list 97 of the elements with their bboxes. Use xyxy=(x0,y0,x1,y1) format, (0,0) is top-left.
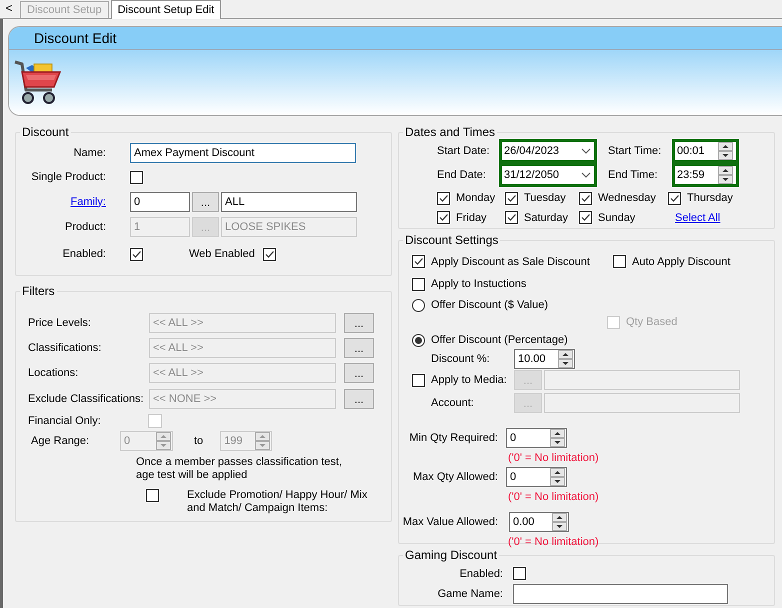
field-label: Sunday xyxy=(598,212,636,224)
field-label: End Date: xyxy=(437,169,487,181)
browse-button[interactable]: ... xyxy=(192,192,219,212)
up-down-arrows-icon[interactable] xyxy=(550,429,565,447)
time-field[interactable]: 23:59 xyxy=(672,163,739,187)
checkbox-label: Exclude Promotion/ Happy Hour/ Mix and Match/ Campaign Items: xyxy=(187,489,368,516)
field-label: Web Enabled xyxy=(189,248,255,260)
field-label: Discount %: xyxy=(431,353,491,365)
checkbox[interactable] xyxy=(146,489,159,502)
radio-button[interactable] xyxy=(412,334,425,346)
browse-button[interactable]: ... xyxy=(344,363,374,384)
checkbox[interactable] xyxy=(412,374,425,386)
account-field[interactable] xyxy=(544,393,740,413)
field-label: Enabled: xyxy=(62,248,106,260)
field-label: Single Product: xyxy=(30,171,106,183)
group-title: Discount xyxy=(22,125,69,139)
field-label: Start Date: xyxy=(437,145,491,157)
field-label: Wednesday xyxy=(598,192,656,204)
field-label: Friday xyxy=(456,212,487,224)
game-name-field[interactable] xyxy=(513,584,728,604)
checkbox-label: Apply to Instuctions xyxy=(431,278,526,290)
group-title: Dates and Times xyxy=(405,125,496,139)
up-down-arrows-icon[interactable] xyxy=(718,166,733,184)
checkbox[interactable] xyxy=(579,192,592,204)
field-label: Tuesday xyxy=(524,192,566,204)
checkbox[interactable] xyxy=(437,192,450,204)
field-label: Name: xyxy=(72,147,106,159)
tab[interactable]: Discount Setup Edit xyxy=(110,0,222,19)
checkbox[interactable] xyxy=(613,255,626,268)
checkbox[interactable] xyxy=(412,255,425,268)
up-down-arrows-icon[interactable] xyxy=(550,468,565,486)
group-title: Filters xyxy=(22,284,55,298)
select-all-link[interactable]: Select All xyxy=(675,212,720,224)
date-field[interactable]: 26/04/2023 xyxy=(499,139,597,163)
up-down-arrows-icon[interactable] xyxy=(552,513,567,531)
name-field[interactable]: Amex Payment Discount xyxy=(130,143,356,163)
time-field[interactable]: 00:01 xyxy=(672,139,739,163)
browse-button[interactable]: ... xyxy=(344,312,374,333)
field-label: Start Time: xyxy=(608,145,662,157)
checkbox[interactable] xyxy=(513,567,526,580)
family-link[interactable]: Family: xyxy=(70,196,106,208)
field-label: Locations: xyxy=(28,367,80,380)
spin-field[interactable]: 0.00 xyxy=(509,512,569,532)
checkbox[interactable] xyxy=(579,211,592,224)
chevron-down-icon[interactable] xyxy=(581,172,591,178)
field-label: Product: xyxy=(64,220,106,232)
field-label: Min Qty Required: xyxy=(409,432,498,444)
checkbox[interactable] xyxy=(668,192,681,204)
radio-label: Offer Discount ($ Value) xyxy=(431,299,548,311)
checkbox[interactable] xyxy=(130,170,143,184)
field-label: Financial Only: xyxy=(28,415,102,428)
checkbox-label: Qty Based xyxy=(626,316,678,328)
up-down-arrows-icon[interactable] xyxy=(558,350,573,368)
browse-button[interactable]: ... xyxy=(344,388,374,409)
radio-button[interactable] xyxy=(412,298,425,312)
note-text: Once a member passes classification test, age test will be applied xyxy=(136,456,344,482)
checkbox-label: Auto Apply Discount xyxy=(632,256,730,268)
value-field[interactable]: ALL xyxy=(221,192,357,212)
group-title: Gaming Discount xyxy=(405,548,498,562)
up-down-arrows-icon[interactable] xyxy=(718,142,733,160)
header-title: Discount Edit xyxy=(9,27,782,50)
field-label: Price Levels: xyxy=(28,316,92,329)
checkbox[interactable] xyxy=(437,211,450,224)
field-label: to xyxy=(194,435,204,448)
field-label: Age Range: xyxy=(31,435,90,448)
checkbox[interactable] xyxy=(412,278,425,290)
field-label: Monday xyxy=(456,192,496,204)
hint-text: ('0' = No limitation) xyxy=(508,490,599,502)
hint-text: ('0' = No limitation) xyxy=(508,452,599,464)
field-label: Enabled: xyxy=(458,568,503,580)
field-label: Game Name: xyxy=(436,588,503,600)
field-label: Thursday xyxy=(687,192,733,204)
browse-button[interactable]: ... xyxy=(344,338,374,358)
spin-field[interactable]: 10.00 xyxy=(514,349,575,369)
field-label: Apply to Media: xyxy=(431,374,508,386)
radio-label: Offer Discount (Percentage) xyxy=(431,334,568,346)
checkbox[interactable] xyxy=(262,248,276,260)
hint-text: ('0' = No limitation) xyxy=(508,536,599,548)
field-label: Saturday xyxy=(524,212,568,224)
code-field[interactable]: 0 xyxy=(130,192,190,212)
chevron-down-icon[interactable] xyxy=(581,148,591,154)
media-field[interactable] xyxy=(544,370,740,390)
date-field[interactable]: 31/12/2050 xyxy=(499,163,597,187)
checkbox-label: Apply Discount as Sale Discount xyxy=(431,256,591,268)
checkbox[interactable] xyxy=(505,192,518,204)
back-button[interactable]: < xyxy=(0,0,18,18)
field-label: Exclude Classifications: xyxy=(28,392,145,405)
spin-field[interactable]: 0 xyxy=(506,428,567,448)
checkbox[interactable] xyxy=(130,248,143,260)
field-label: Classifications: xyxy=(28,342,102,354)
field-label: Max Qty Allowed: xyxy=(413,471,498,483)
field-label: Max Value Allowed: xyxy=(402,516,498,528)
group-title: Discount Settings xyxy=(405,233,498,247)
spin-field[interactable]: 0 xyxy=(506,467,567,487)
field-label: End Time: xyxy=(608,169,659,181)
field-label: Account: xyxy=(431,397,475,409)
checkbox[interactable] xyxy=(505,211,518,224)
